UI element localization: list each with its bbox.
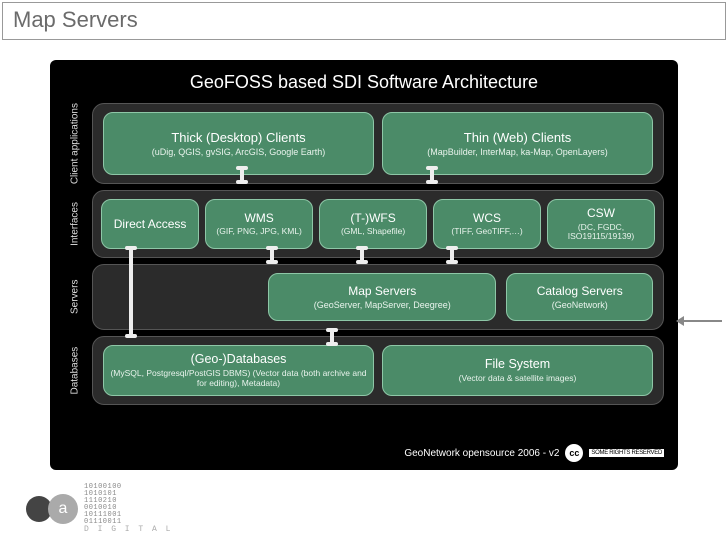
- logo-brand: D I G I T A L: [84, 526, 172, 534]
- diagram-container: GeoFOSS based SDI Software Architecture …: [50, 60, 678, 470]
- box-catalog-servers: Catalog Servers (GeoNetwork): [506, 273, 653, 321]
- box-thin-clients: Thin (Web) Clients (MapBuilder, InterMap…: [382, 112, 653, 175]
- diagram-attribution: GeoNetwork opensource 2006 - v2 cc SOME …: [404, 444, 664, 462]
- box-title: Map Servers: [273, 284, 491, 298]
- row-interfaces: Interfaces Direct Access WMS (GIF, PNG, …: [64, 190, 664, 258]
- box-sub: (MySQL, Postgresql/PostGIS DBMS) (Vector…: [108, 369, 369, 389]
- box-sub: (TIFF, GeoTIFF,…): [438, 227, 536, 237]
- box-csw: CSW (DC, FGDC, ISO19115/19139): [547, 199, 655, 249]
- box-sub: (GIF, PNG, JPG, KML): [210, 227, 308, 237]
- box-title: Direct Access: [106, 217, 194, 231]
- slide-title: Map Servers: [13, 7, 715, 33]
- row-servers: Servers Map Servers (GeoServer, MapServe…: [64, 264, 664, 330]
- box-title: WMS: [210, 211, 308, 225]
- box-wcs: WCS (TIFF, GeoTIFF,…): [433, 199, 541, 249]
- box-sub: (Vector data & satellite images): [387, 374, 648, 384]
- row-content-interfaces: Direct Access WMS (GIF, PNG, JPG, KML) (…: [92, 190, 664, 258]
- rights-label: SOME RIGHTS RESERVED: [589, 449, 664, 457]
- box-direct-access: Direct Access: [101, 199, 199, 249]
- row-label-interfaces: Interfaces: [64, 190, 86, 258]
- box-wfs: (T-)WFS (GML, Shapefile): [319, 199, 427, 249]
- box-title: Thin (Web) Clients: [387, 130, 648, 146]
- box-sub: (uDig, QGIS, gvSIG, ArcGIS, Google Earth…: [108, 147, 369, 157]
- box-sub: (GML, Shapefile): [324, 227, 422, 237]
- attribution-text: GeoNetwork opensource 2006 - v2: [404, 448, 559, 459]
- logo-bits: 10100100 1010101 1110210 0010010 1011100…: [84, 484, 172, 526]
- box-geo-databases: (Geo-)Databases (MySQL, Postgresql/PostG…: [103, 345, 374, 396]
- box-title: CSW: [552, 206, 650, 220]
- pointer-arrow-icon: [682, 320, 722, 322]
- box-title: Thick (Desktop) Clients: [108, 130, 369, 146]
- box-sub: (GeoServer, MapServer, Deegree): [273, 300, 491, 310]
- box-file-system: File System (Vector data & satellite ima…: [382, 345, 653, 396]
- box-title: File System: [387, 357, 648, 372]
- box-title: (T-)WFS: [324, 211, 422, 225]
- box-sub: (GeoNetwork): [511, 300, 648, 310]
- box-title: (Geo-)Databases: [108, 352, 369, 367]
- row-clients: Client applications Thick (Desktop) Clie…: [64, 103, 664, 184]
- box-sub: (MapBuilder, InterMap, ka-Map, OpenLayer…: [387, 147, 648, 157]
- box-title: Catalog Servers: [511, 284, 648, 298]
- logo-circle-icon: a: [48, 494, 78, 524]
- logo-text: 10100100 1010101 1110210 0010010 1011100…: [84, 484, 172, 534]
- spacer: [103, 273, 258, 321]
- cc-icon: cc: [565, 444, 583, 462]
- architecture-diagram: GeoFOSS based SDI Software Architecture …: [50, 60, 678, 470]
- row-content-servers: Map Servers (GeoServer, MapServer, Deegr…: [92, 264, 664, 330]
- row-label-clients: Client applications: [64, 103, 86, 184]
- box-sub: (DC, FGDC, ISO19115/19139): [552, 223, 650, 243]
- row-databases: Databases (Geo-)Databases (MySQL, Postgr…: [64, 336, 664, 405]
- footer-logo: a 10100100 1010101 1110210 0010010 10111…: [26, 484, 172, 534]
- row-content-databases: (Geo-)Databases (MySQL, Postgresql/PostG…: [92, 336, 664, 405]
- box-wms: WMS (GIF, PNG, JPG, KML): [205, 199, 313, 249]
- row-content-clients: Thick (Desktop) Clients (uDig, QGIS, gvS…: [92, 103, 664, 184]
- row-label-databases: Databases: [64, 336, 86, 405]
- row-label-servers: Servers: [64, 264, 86, 330]
- diagram-title: GeoFOSS based SDI Software Architecture: [64, 72, 664, 93]
- box-map-servers: Map Servers (GeoServer, MapServer, Deegr…: [268, 273, 496, 321]
- logo-mark: a: [26, 494, 78, 524]
- slide-title-bar: Map Servers: [2, 2, 726, 40]
- box-thick-clients: Thick (Desktop) Clients (uDig, QGIS, gvS…: [103, 112, 374, 175]
- box-title: WCS: [438, 211, 536, 225]
